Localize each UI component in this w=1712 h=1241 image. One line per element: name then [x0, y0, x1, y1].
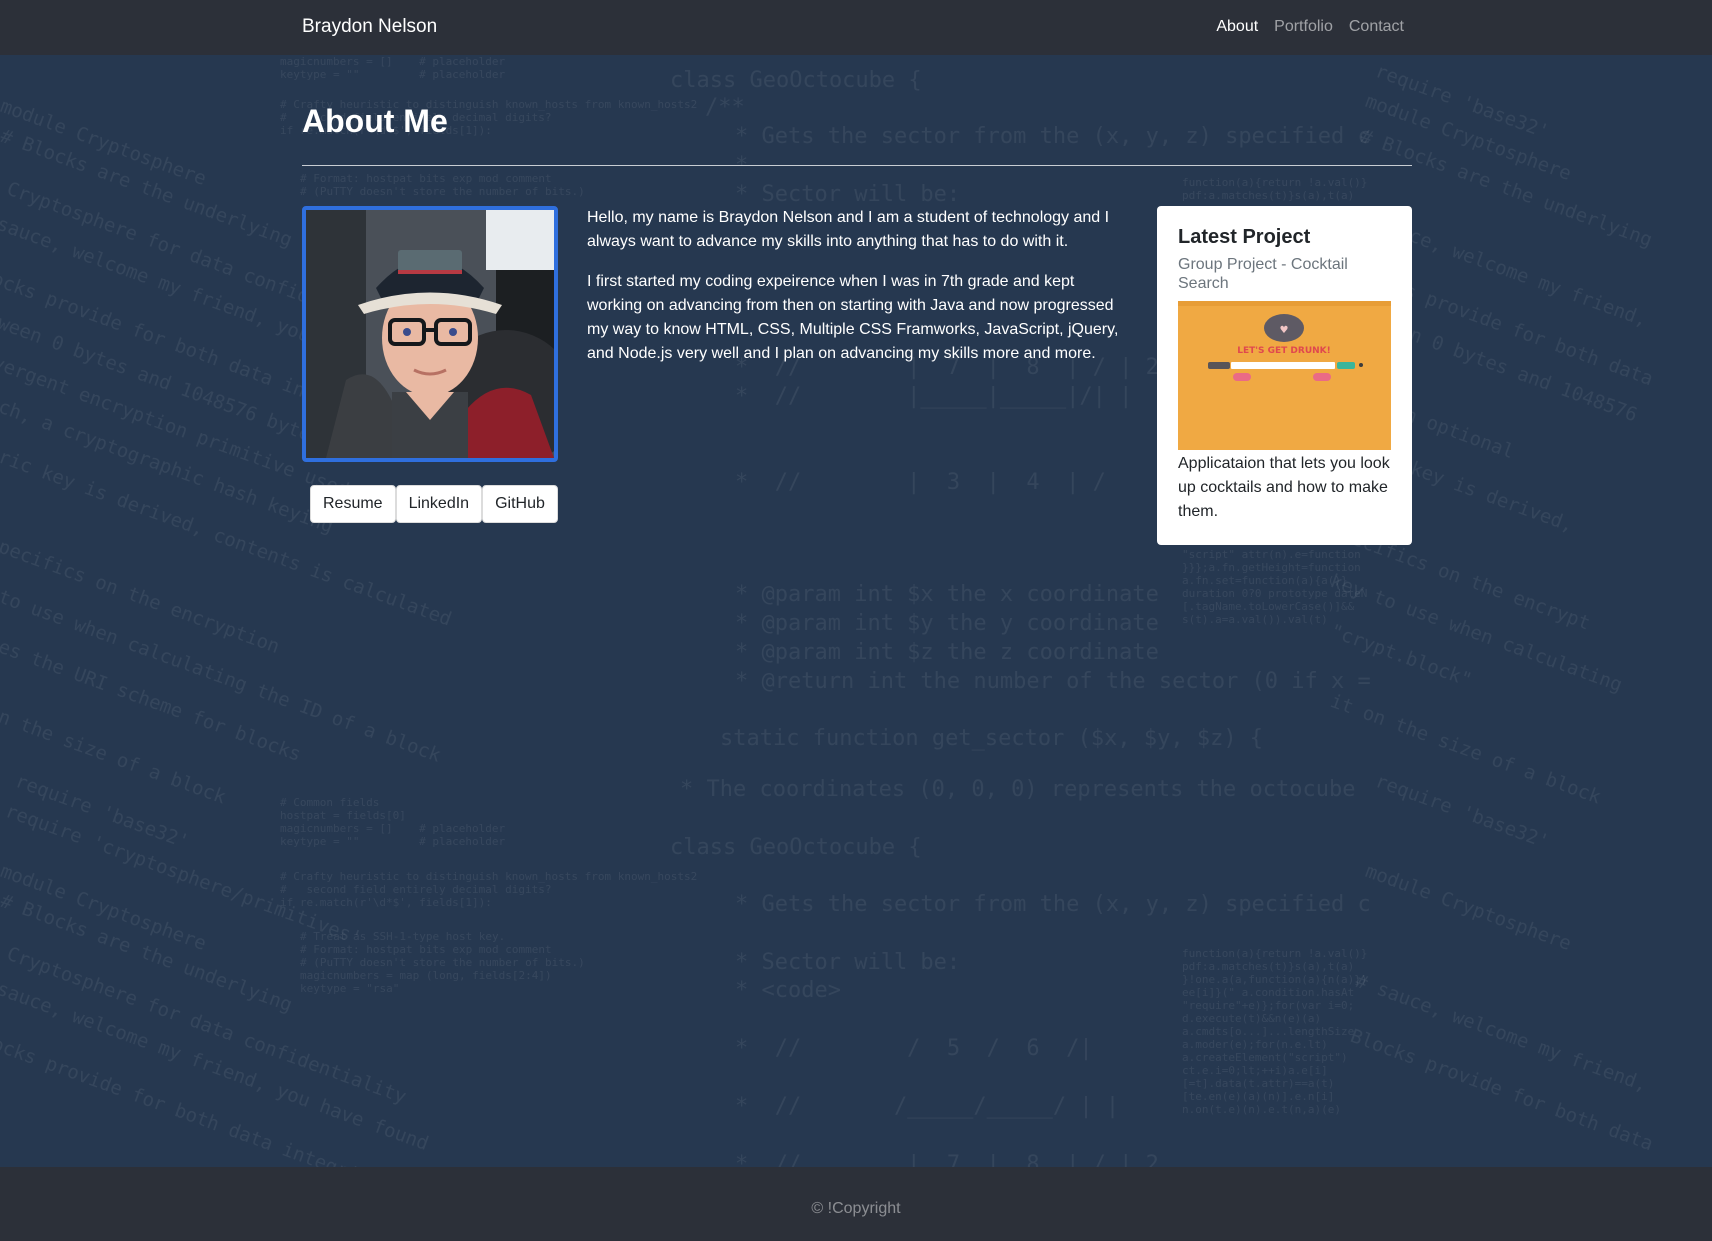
nav-link-about[interactable]: About	[1216, 18, 1258, 36]
nav-links: About Portfolio Contact	[1216, 18, 1404, 36]
nav-link-contact[interactable]: Contact	[1349, 18, 1404, 36]
github-button[interactable]: GitHub	[482, 485, 558, 523]
copyright-text: © !Copyright	[811, 1200, 901, 1217]
bio: Hello, my name is Braydon Nelson and I a…	[587, 206, 1127, 382]
background-code-texture: class GeoOctocube { /** * Gets the secto…	[0, 55, 1656, 1195]
project-screenshot-caption: LET'S GET DRUNK!	[1237, 346, 1331, 356]
card-title: Latest Project	[1178, 226, 1311, 248]
linkedin-button[interactable]: LinkedIn	[395, 485, 483, 523]
bio-paragraph: I first started my coding expeirence whe…	[587, 273, 1119, 362]
brand-link[interactable]: Braydon Nelson	[302, 16, 437, 38]
profile-photo	[302, 206, 558, 462]
card-subtitle: Group Project - Cocktail Search	[1178, 256, 1348, 292]
title-divider	[302, 165, 1412, 166]
project-screenshot[interactable]: ♥ LET'S GET DRUNK!	[1178, 301, 1391, 450]
card-description: Applicataion that lets you look up cockt…	[1178, 455, 1390, 520]
latest-project-card: Latest Project Group Project - Cocktail …	[1157, 206, 1412, 545]
resume-button[interactable]: Resume	[310, 485, 396, 523]
footer: © !Copyright	[0, 1167, 1712, 1241]
nav-link-portfolio[interactable]: Portfolio	[1274, 18, 1333, 36]
page-title: About Me	[302, 103, 448, 139]
svg-text:♥: ♥	[1280, 325, 1289, 336]
main-content: About Me Resume LinkedIn GitHub Hello, m…	[302, 55, 1412, 545]
link-buttons: Resume LinkedIn GitHub	[310, 485, 558, 523]
top-navbar: Braydon Nelson About Portfolio Contact	[0, 0, 1712, 55]
bio-paragraph: Hello, my name is Braydon Nelson and I a…	[587, 209, 1110, 250]
